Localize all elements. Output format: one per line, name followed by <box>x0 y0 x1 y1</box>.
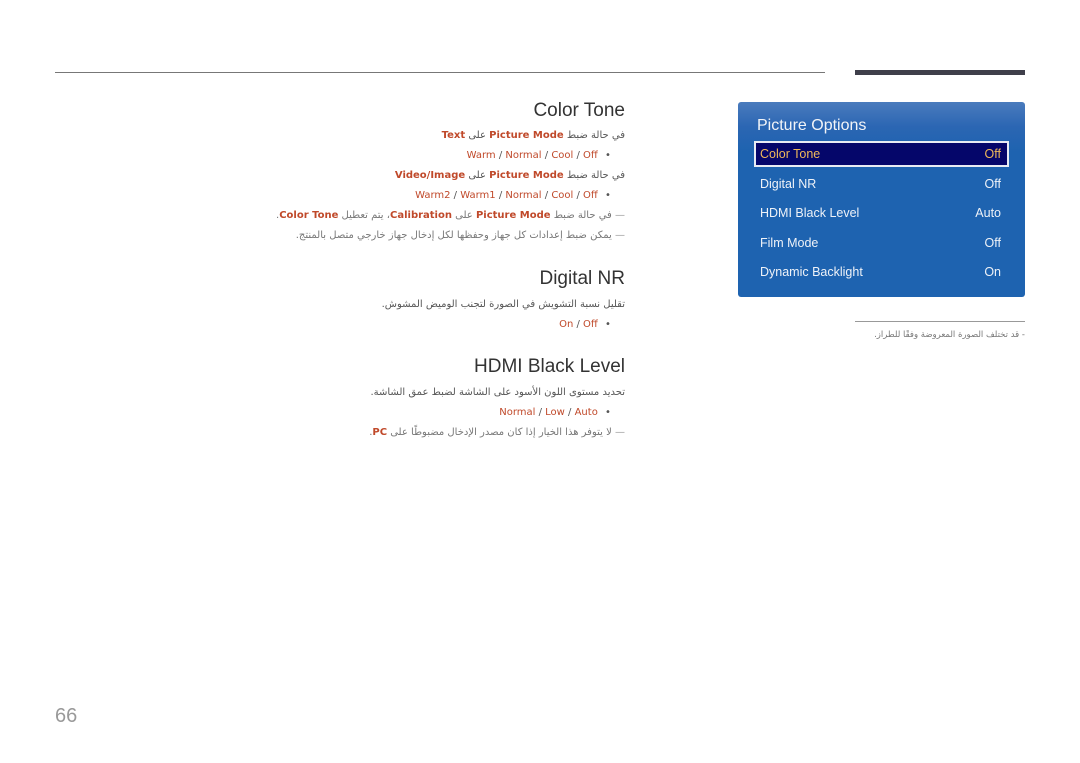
setting-value: Video/Image <box>394 170 466 181</box>
separator: / <box>573 319 584 330</box>
menu-item-value: On <box>984 265 1001 279</box>
option: Normal <box>505 150 542 161</box>
header-rule-accent <box>855 70 1025 75</box>
text: في حالة ضبط <box>563 170 625 181</box>
description: تقليل نسبة التشويش في الصورة لتجنب الومي… <box>381 299 625 310</box>
menu-item-label: Color Tone <box>760 147 821 161</box>
note-dash-icon: — <box>615 210 625 221</box>
setting-value: Calibration <box>390 210 452 221</box>
section-digital-nr: Digital NR تقليل نسبة التشويش في الصورة … <box>290 268 625 335</box>
text: يمكن ضبط إعدادات كل جهاز وحفظها لكل إدخا… <box>295 230 612 241</box>
options-list: • Warm / Normal / Cool / Off <box>290 146 625 166</box>
note-dash-icon: — <box>615 427 625 438</box>
text: على <box>465 170 490 181</box>
options-list: • On / Off <box>290 315 625 335</box>
option: Low <box>545 407 565 418</box>
option: Warm2 <box>415 190 451 201</box>
menu-item-label: Dynamic Backlight <box>760 265 863 279</box>
menu-item-value: Auto <box>975 206 1001 220</box>
picture-options-panel: Picture Options Color Tone Off Digital N… <box>738 102 1025 297</box>
option: Off <box>583 319 598 330</box>
section-title: Digital NR <box>539 268 625 289</box>
option: On <box>559 319 574 330</box>
menu-item-label: HDMI Black Level <box>760 206 860 220</box>
separator: / <box>495 150 506 161</box>
setting-name: Picture Mode <box>475 210 551 221</box>
page-number: 66 <box>55 705 78 727</box>
text: في حالة ضبط <box>563 130 625 141</box>
side-note: - قد تختلف الصورة المعروضة وفقًا للطراز. <box>874 330 1025 340</box>
option: Auto <box>574 407 598 418</box>
bullet-icon: • <box>605 319 611 330</box>
separator: / <box>450 190 461 201</box>
option: Off <box>583 190 598 201</box>
section-title: HDMI Black Level <box>474 356 625 377</box>
bullet-icon: • <box>605 150 611 161</box>
text: ، يتم تعطيل <box>338 210 390 221</box>
menu-item-digital-nr[interactable]: Digital NR Off <box>754 171 1009 197</box>
section-hdmi-black-level: HDMI Black Level تحديد مستوى اللون الأسو… <box>290 356 625 443</box>
text: في حالة ضبط <box>550 210 612 221</box>
menu-item-color-tone[interactable]: Color Tone Off <box>754 141 1009 167</box>
panel-title: Picture Options <box>757 117 867 134</box>
option: Cool <box>551 150 574 161</box>
option: Normal <box>499 407 536 418</box>
bullet-icon: • <box>605 407 611 418</box>
setting-value: PC <box>372 427 388 438</box>
menu-item-value: Off <box>984 177 1001 191</box>
text: على <box>451 210 476 221</box>
option: Warm1 <box>460 190 496 201</box>
separator: / <box>541 150 552 161</box>
option: Warm <box>466 150 496 161</box>
menu-item-dynamic-backlight[interactable]: Dynamic Backlight On <box>754 259 1009 285</box>
bullet-icon: • <box>605 190 611 201</box>
side-note-rule <box>855 321 1025 322</box>
separator: / <box>535 407 546 418</box>
options-list: • Warm2 / Warm1 / Normal / Cool / Off <box>290 186 625 206</box>
option: Normal <box>505 190 542 201</box>
header-rule <box>55 72 825 73</box>
note: — يمكن ضبط إعدادات كل جهاز وحفظها لكل إد… <box>290 226 625 246</box>
separator: / <box>573 150 584 161</box>
separator: / <box>573 190 584 201</box>
description: تحديد مستوى اللون الأسود على الشاشة لضبط… <box>370 387 625 398</box>
separator: / <box>495 190 506 201</box>
note: — لا يتوفر هذا الخيار إذا كان مصدر الإدخ… <box>290 423 625 443</box>
note-dash-icon: — <box>615 230 625 241</box>
setting-name: Picture Mode <box>489 130 564 141</box>
condition-text: في حالة ضبط Picture Mode على Text <box>290 126 625 146</box>
text: على <box>465 130 490 141</box>
options-list: • Normal / Low / Auto <box>290 403 625 423</box>
separator: / <box>541 190 552 201</box>
menu-item-film-mode[interactable]: Film Mode Off <box>754 230 1009 256</box>
setting-name: Color Tone <box>279 210 339 221</box>
menu-item-value: Off <box>984 236 1001 250</box>
setting-name: Picture Mode <box>489 170 564 181</box>
section-title: Color Tone <box>533 100 625 121</box>
option: Cool <box>551 190 574 201</box>
separator: / <box>564 407 575 418</box>
menu-item-label: Film Mode <box>760 236 819 250</box>
condition-text: في حالة ضبط Picture Mode على Video/Image <box>290 166 625 186</box>
text: لا يتوفر هذا الخيار إذا كان مصدر الإدخال… <box>387 427 612 438</box>
section-color-tone: Color Tone في حالة ضبط Picture Mode على … <box>276 100 625 246</box>
menu-item-label: Digital NR <box>760 177 817 191</box>
option: Off <box>583 150 598 161</box>
menu-item-value: Off <box>984 147 1001 161</box>
note: — في حالة ضبط Picture Mode على Calibrati… <box>276 206 625 226</box>
menu-item-hdmi-black-level[interactable]: HDMI Black Level Auto <box>754 200 1009 226</box>
setting-value: Text <box>441 130 466 141</box>
